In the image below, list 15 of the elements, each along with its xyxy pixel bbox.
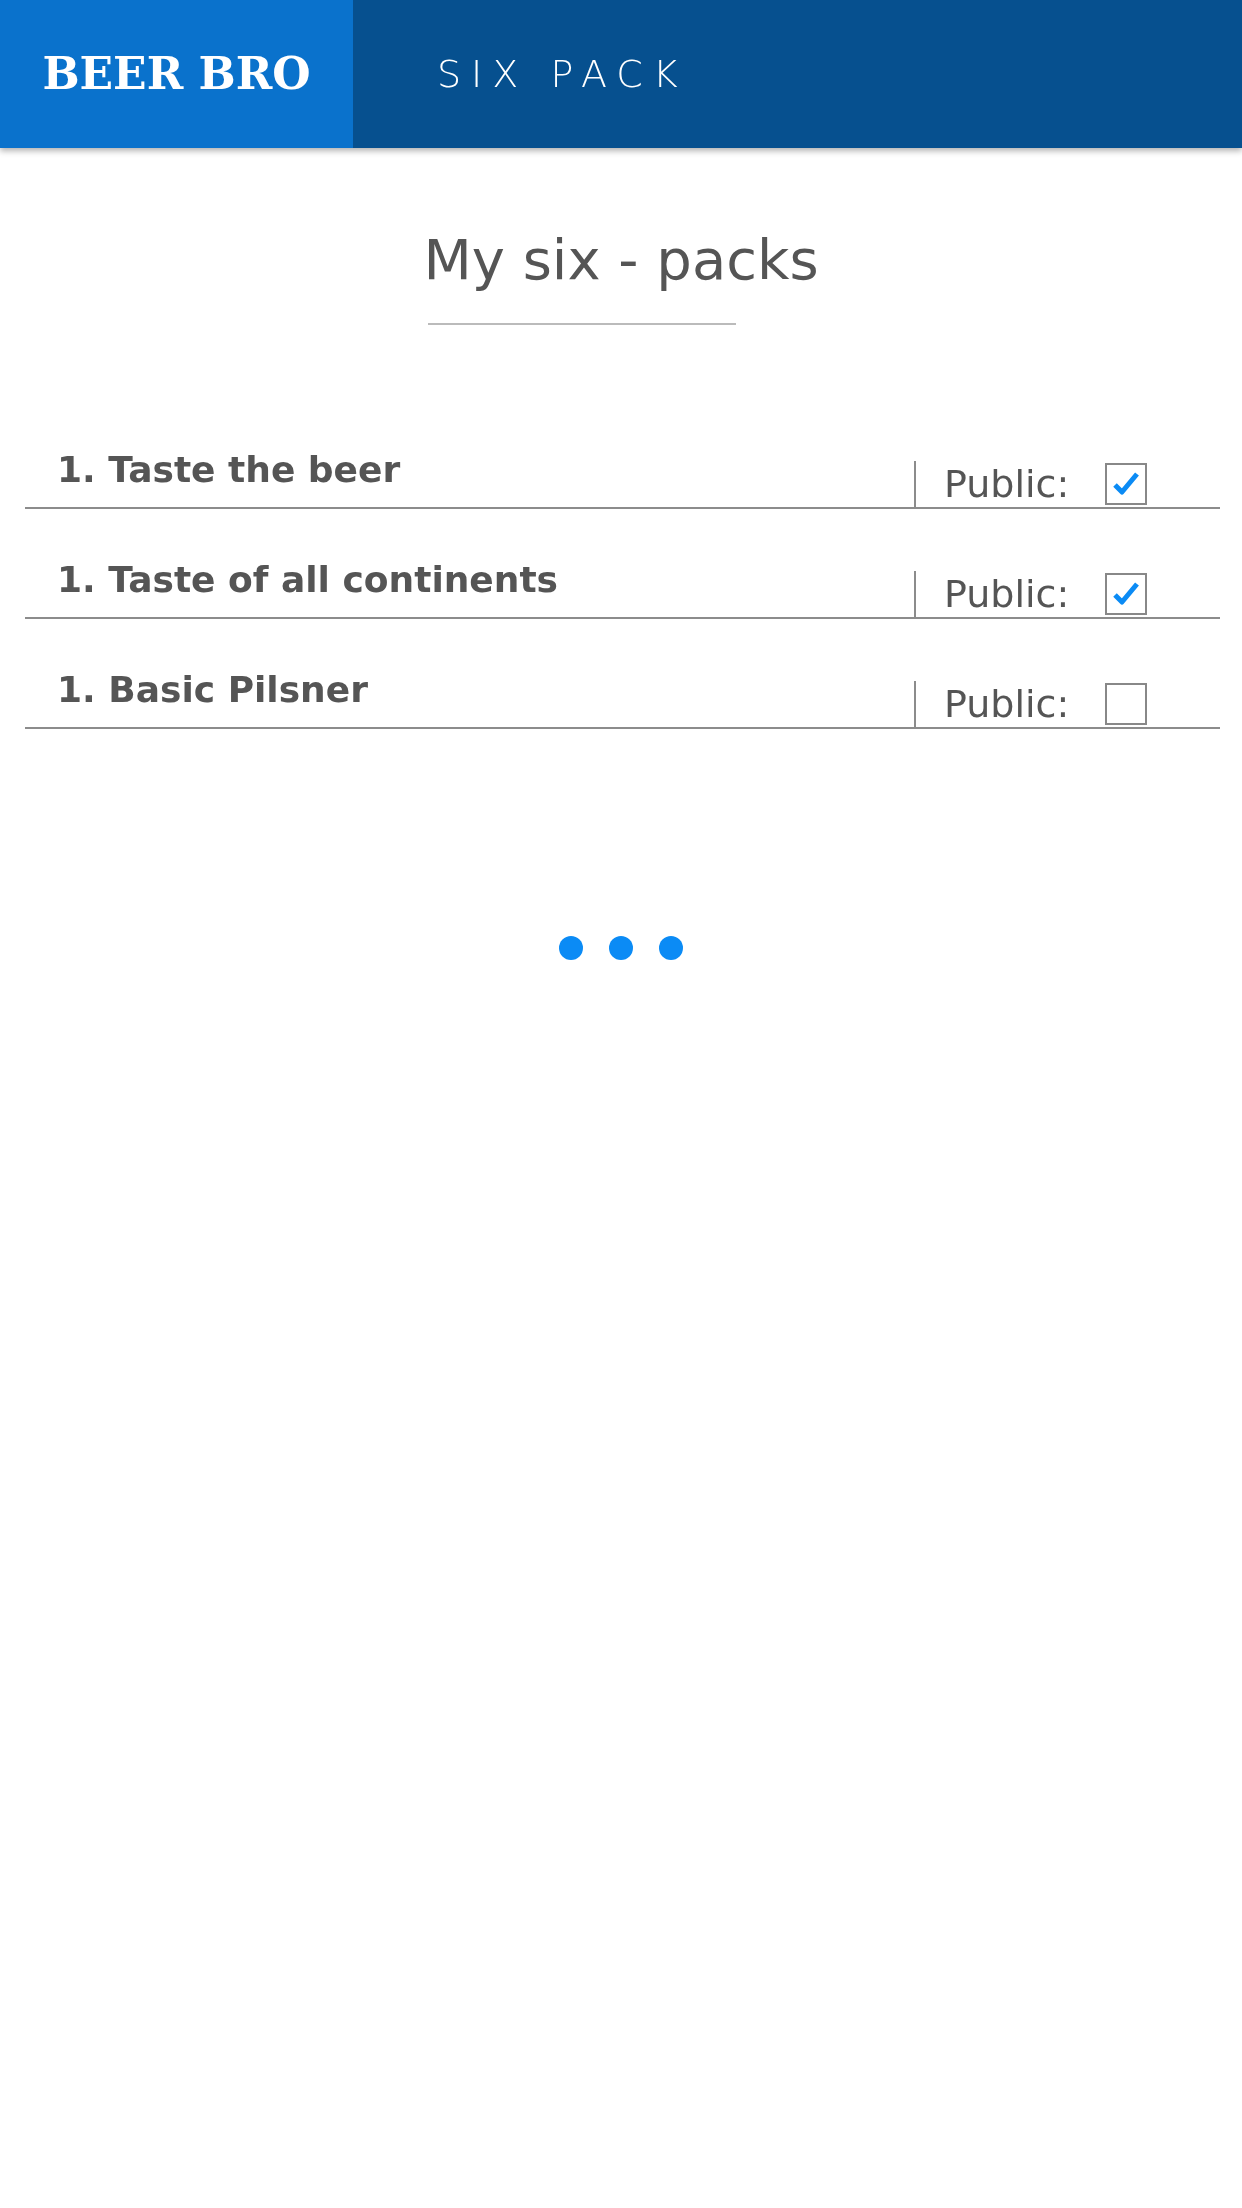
six-pack-title[interactable]: 1. Basic Pilsner [25, 663, 914, 728]
page-title: My six - packs [422, 226, 820, 294]
public-label: Public: [944, 680, 1070, 728]
app-logo[interactable]: BEER BRO [0, 0, 353, 148]
header-title: SIX PACK [436, 50, 688, 98]
checkmark-icon [1112, 581, 1141, 608]
public-checkbox[interactable] [1105, 683, 1148, 726]
public-checkbox[interactable] [1105, 463, 1148, 506]
public-label: Public: [944, 460, 1070, 508]
public-checkbox[interactable] [1105, 573, 1148, 616]
loading-dots-icon [559, 935, 683, 962]
checkmark-icon [1112, 471, 1141, 498]
six-pack-title[interactable]: 1. Taste of all continents [25, 553, 914, 618]
public-label: Public: [944, 570, 1070, 618]
six-pack-title[interactable]: 1. Taste the beer [25, 443, 914, 508]
